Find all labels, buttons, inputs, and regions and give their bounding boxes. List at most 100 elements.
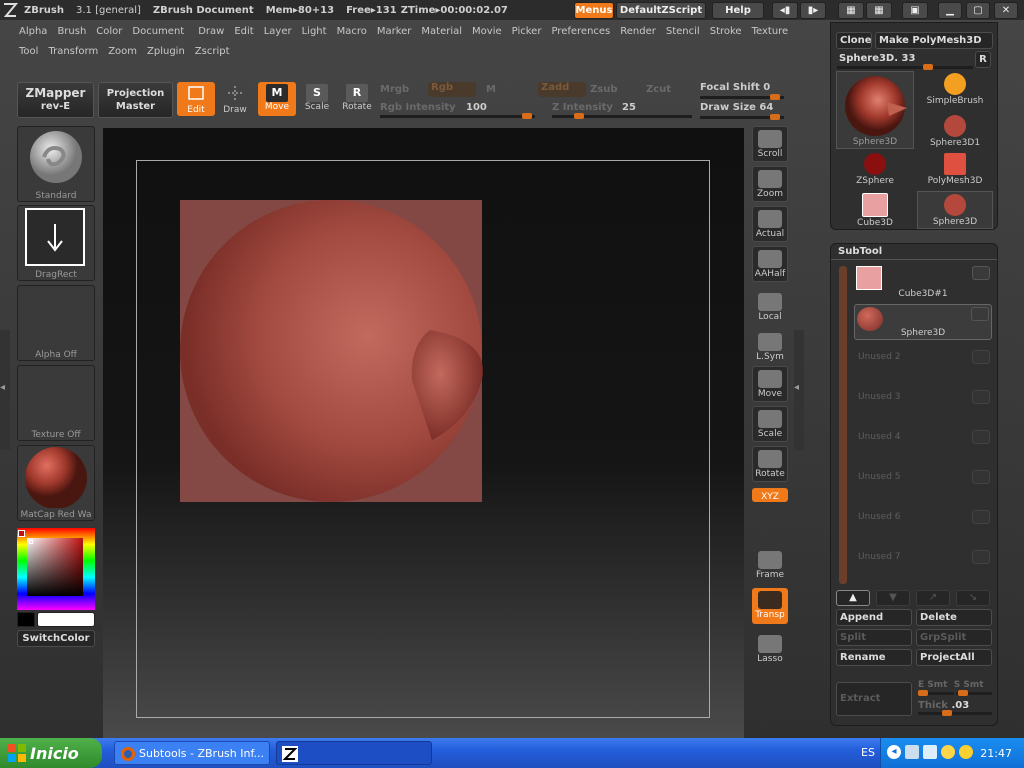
view-scale-button[interactable]: Scale — [752, 406, 788, 442]
menu-material[interactable]: Material — [421, 26, 462, 37]
color-saturation-square[interactable] — [27, 538, 83, 596]
focal-shift-knob[interactable] — [770, 94, 780, 100]
primary-color-swatch[interactable] — [37, 612, 95, 627]
view-xyz-button[interactable]: XYZ — [752, 488, 788, 502]
z-intensity-knob[interactable] — [574, 113, 584, 119]
clone-button[interactable]: Clone — [836, 32, 872, 49]
focal-shift-slider[interactable] — [700, 94, 784, 100]
menu-edit[interactable]: Edit — [234, 26, 253, 37]
visibility-eye-icon[interactable] — [972, 510, 990, 524]
color-picker[interactable] — [17, 528, 95, 610]
tool-slider-knob[interactable] — [923, 64, 933, 70]
esmt-slider[interactable] — [918, 690, 954, 696]
view-aahalf-button[interactable]: AAHalf — [752, 246, 788, 282]
view-move-button[interactable]: Move — [752, 366, 788, 402]
tool-item-zsphere[interactable]: ZSphere — [837, 151, 913, 189]
menu-layer[interactable]: Layer — [264, 26, 292, 37]
menu-picker[interactable]: Picker — [512, 26, 542, 37]
ssmt-slider[interactable] — [956, 690, 992, 696]
visibility-eye-icon[interactable] — [972, 470, 990, 484]
draw-size-control[interactable]: Draw Size 64 — [700, 102, 773, 113]
secondary-color-swatch[interactable] — [17, 612, 35, 627]
menu-brush[interactable]: Brush — [57, 26, 86, 37]
rgb-toggle[interactable]: Rgb — [428, 82, 476, 97]
right-tray-toggle[interactable]: ◂ — [794, 330, 804, 450]
view-l-sym-button[interactable]: L.Sym — [752, 330, 788, 366]
taskbar-item-zbrush[interactable] — [276, 741, 432, 765]
visibility-eye-icon[interactable] — [972, 266, 990, 280]
subtool-row-7[interactable]: Unused 6 — [854, 504, 992, 540]
delete-button[interactable]: Delete — [916, 609, 992, 626]
menu-marker[interactable]: Marker — [377, 26, 412, 37]
tool-item-polymesh3d[interactable]: PolyMesh3D — [917, 151, 993, 189]
menu-light[interactable]: Light — [302, 26, 327, 37]
stroke-selector[interactable]: DragRect — [17, 205, 95, 281]
start-button[interactable]: Inicio — [0, 738, 102, 768]
zmapper-button[interactable]: ZMapper rev-E — [17, 82, 94, 118]
draw-size-slider[interactable] — [700, 114, 784, 120]
hue-marker[interactable] — [18, 530, 25, 537]
move-down-arrow-icon[interactable]: ▼ — [876, 590, 910, 606]
maximize-button[interactable]: ▢ — [966, 2, 990, 19]
tool-item-sphere3d1[interactable]: Sphere3D1 — [917, 113, 993, 151]
view-frame-button[interactable]: Frame — [752, 548, 788, 584]
minimize-button[interactable]: ▁ — [938, 2, 962, 19]
thick-knob[interactable] — [942, 710, 952, 716]
menu-document[interactable]: Document — [132, 26, 184, 37]
language-indicator[interactable]: ES — [861, 746, 875, 759]
subtool-row-3[interactable]: Unused 2 — [854, 344, 992, 380]
append-button[interactable]: Append — [836, 609, 912, 626]
display-icon[interactable] — [923, 745, 937, 759]
esmt-slider-label[interactable]: E Smt S Smt — [918, 680, 984, 690]
layout1-icon[interactable]: ▦ — [838, 2, 864, 19]
visibility-eye-icon[interactable] — [972, 430, 990, 444]
esmt-knob[interactable] — [918, 690, 928, 696]
switch-color-button[interactable]: SwitchColor — [17, 630, 95, 647]
alpha-selector[interactable]: Alpha Off — [17, 285, 95, 361]
menu-stencil[interactable]: Stencil — [666, 26, 700, 37]
move-up-arrow-icon[interactable]: ▲ — [836, 590, 870, 606]
rgb-intensity-knob[interactable] — [522, 113, 532, 119]
menu-tool[interactable]: Tool — [19, 46, 38, 57]
tool-item-simplebrush[interactable]: SimpleBrush — [917, 71, 993, 109]
menu-zscript[interactable]: Zscript — [195, 46, 230, 57]
view-rotate-button[interactable]: Rotate — [752, 446, 788, 482]
subtool-scrollbar[interactable] — [839, 266, 847, 584]
menu-transform[interactable]: Transform — [48, 46, 98, 57]
view-zoom-button[interactable]: Zoom — [752, 166, 788, 202]
r-button[interactable]: R — [975, 51, 991, 68]
menu-zplugin[interactable]: Zplugin — [147, 46, 185, 57]
thick-slider[interactable] — [918, 710, 992, 716]
view-transp-button[interactable]: Transp — [752, 588, 788, 624]
security-icon[interactable] — [959, 745, 973, 759]
menu-movie[interactable]: Movie — [472, 26, 502, 37]
default-zscript-button[interactable]: DefaultZScript — [616, 2, 706, 19]
tray-expand-icon[interactable]: ◂ — [887, 745, 901, 759]
merge-down-icon[interactable]: ↘ — [956, 590, 990, 606]
sphere-cube-model[interactable] — [170, 190, 490, 510]
next-layout-button[interactable]: ▮▸ — [800, 2, 826, 19]
edit-mode-button[interactable]: Edit — [177, 82, 215, 116]
network-icon[interactable] — [905, 745, 919, 759]
subtool-row-4[interactable]: Unused 3 — [854, 384, 992, 420]
zcut-toggle[interactable]: Zcut — [646, 84, 671, 95]
tool-item-sphere3d-2[interactable]: Sphere3D — [917, 191, 993, 229]
menu-alpha[interactable]: Alpha — [19, 26, 47, 37]
rotate-mode-button[interactable]: R Rotate — [338, 82, 376, 116]
menus-button[interactable]: Menus — [574, 2, 614, 19]
z-intensity-slider[interactable] — [552, 113, 692, 119]
menu-preferences[interactable]: Preferences — [551, 26, 610, 37]
visibility-eye-icon[interactable] — [972, 390, 990, 404]
menu-macro[interactable]: Macro — [337, 26, 367, 37]
left-tray-toggle[interactable]: ◂ — [0, 330, 10, 450]
help-button[interactable]: Help — [712, 2, 764, 19]
menu-draw[interactable]: Draw — [198, 26, 224, 37]
messenger-icon[interactable] — [941, 745, 955, 759]
rgb-intensity-slider[interactable] — [380, 113, 535, 119]
menu-zoom[interactable]: Zoom — [108, 46, 137, 57]
brush-selector[interactable]: Standard — [17, 126, 95, 202]
subtool-row-8[interactable]: Unused 7 — [854, 544, 992, 580]
subtool-row-6[interactable]: Unused 5 — [854, 464, 992, 500]
taskbar-item-firefox[interactable]: Subtools - ZBrush Inf... — [114, 741, 270, 765]
close-button[interactable]: ✕ — [994, 2, 1018, 19]
